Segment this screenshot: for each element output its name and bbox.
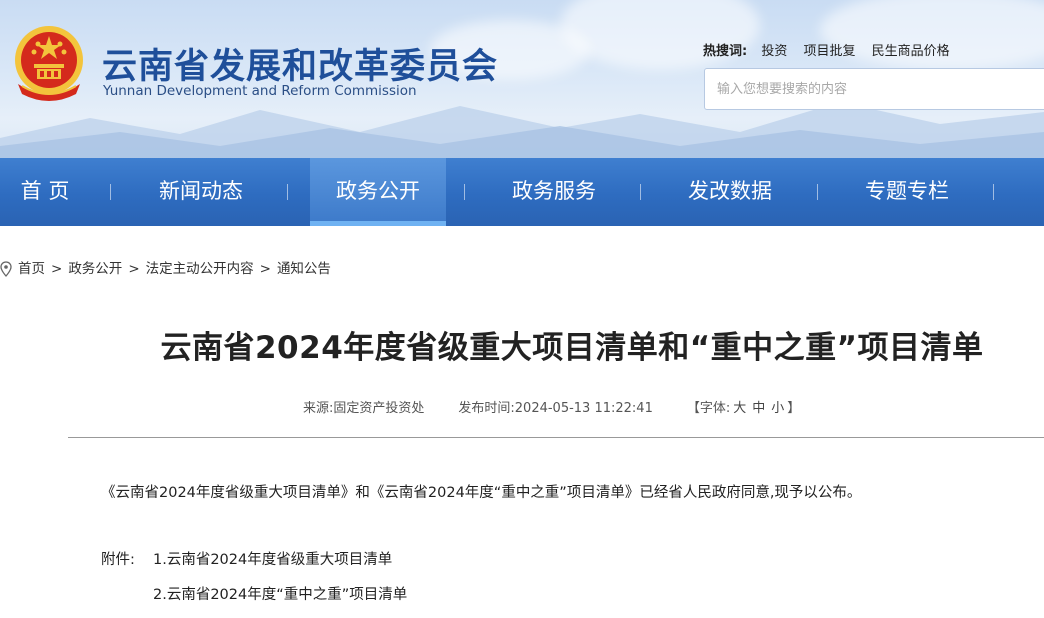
article-source: 来源:固定资产投资处 bbox=[303, 401, 425, 416]
article-paragraph: 《云南省2024年度省级重大项目清单》和《云南省2024年度“重中之重”项目清单… bbox=[101, 485, 862, 501]
nav-separator bbox=[110, 184, 111, 200]
font-size-label-close: 】 bbox=[787, 401, 801, 416]
article-meta: 来源:固定资产投资处 发布时间:2024-05-13 11:22:41 【字体: 大中… bbox=[303, 397, 800, 416]
breadcrumb-government-affairs[interactable]: 政务公开 bbox=[68, 261, 122, 277]
attachment-link[interactable]: 1.云南省2024年度省级重大项目清单 bbox=[153, 548, 392, 569]
breadcrumb: 首页 > 政务公开 > 法定主动公开内容 > 通知公告 bbox=[0, 257, 331, 277]
font-size-large-button[interactable]: 大 bbox=[733, 401, 746, 416]
breadcrumb-separator: > bbox=[259, 261, 271, 277]
site-title: 云南省发展和改革委员会 bbox=[102, 46, 499, 87]
title-divider bbox=[68, 437, 1044, 438]
hot-word-link[interactable]: 民生商品价格 bbox=[872, 44, 950, 59]
nav-item-government-affairs-open[interactable]: 政务公开 bbox=[310, 158, 446, 226]
nav-separator bbox=[817, 184, 818, 200]
nav-item-news[interactable]: 新闻动态 bbox=[133, 158, 269, 226]
nav-item-home[interactable]: 首 页 bbox=[0, 158, 90, 226]
site-header: 云南省发展和改革委员会 Yunnan Development and Refor… bbox=[0, 0, 1044, 158]
nav-item-data[interactable]: 发改数据 bbox=[662, 158, 798, 226]
attachment-link[interactable]: 2.云南省2024年度“重中之重”项目清单 bbox=[153, 583, 407, 604]
nav-separator bbox=[640, 184, 641, 200]
attachments-label: 附件: bbox=[101, 552, 135, 568]
search-input[interactable] bbox=[704, 68, 1044, 110]
breadcrumb-home[interactable]: 首页 bbox=[18, 261, 45, 277]
nav-separator bbox=[993, 184, 994, 200]
breadcrumb-statutory-disclosure[interactable]: 法定主动公开内容 bbox=[146, 261, 254, 277]
hot-word-link[interactable]: 投资 bbox=[761, 44, 787, 59]
breadcrumb-separator: > bbox=[128, 261, 140, 277]
font-size-label: 【字体: bbox=[686, 401, 731, 416]
font-size-control: 【字体: 大中小】 bbox=[687, 401, 800, 416]
main-navigation: 首 页 新闻动态 政务公开 政务服务 发改数据 专题专栏 bbox=[0, 158, 1044, 226]
breadcrumb-notices[interactable]: 通知公告 bbox=[277, 261, 331, 277]
hot-search-words: 热搜词: 投资 项目批复 民生商品价格 bbox=[703, 40, 962, 59]
nav-item-special-topics[interactable]: 专题专栏 bbox=[839, 158, 975, 226]
article-title: 云南省2024年度省级重大项目清单和“重中之重”项目清单 bbox=[160, 330, 984, 366]
nav-separator bbox=[287, 184, 288, 200]
font-size-small-button[interactable]: 小 bbox=[771, 401, 784, 416]
nav-separator bbox=[464, 184, 465, 200]
location-pin-icon bbox=[0, 261, 12, 277]
national-emblem-icon bbox=[15, 26, 83, 101]
hot-search-label: 热搜词: bbox=[703, 44, 748, 59]
font-size-medium-button[interactable]: 中 bbox=[752, 401, 765, 416]
nav-item-government-services[interactable]: 政务服务 bbox=[486, 158, 622, 226]
hot-word-link[interactable]: 项目批复 bbox=[804, 44, 856, 59]
site-title-english: Yunnan Development and Reform Commission bbox=[103, 83, 417, 99]
article-publish-time: 发布时间:2024-05-13 11:22:41 bbox=[458, 401, 653, 416]
breadcrumb-separator: > bbox=[51, 261, 63, 277]
